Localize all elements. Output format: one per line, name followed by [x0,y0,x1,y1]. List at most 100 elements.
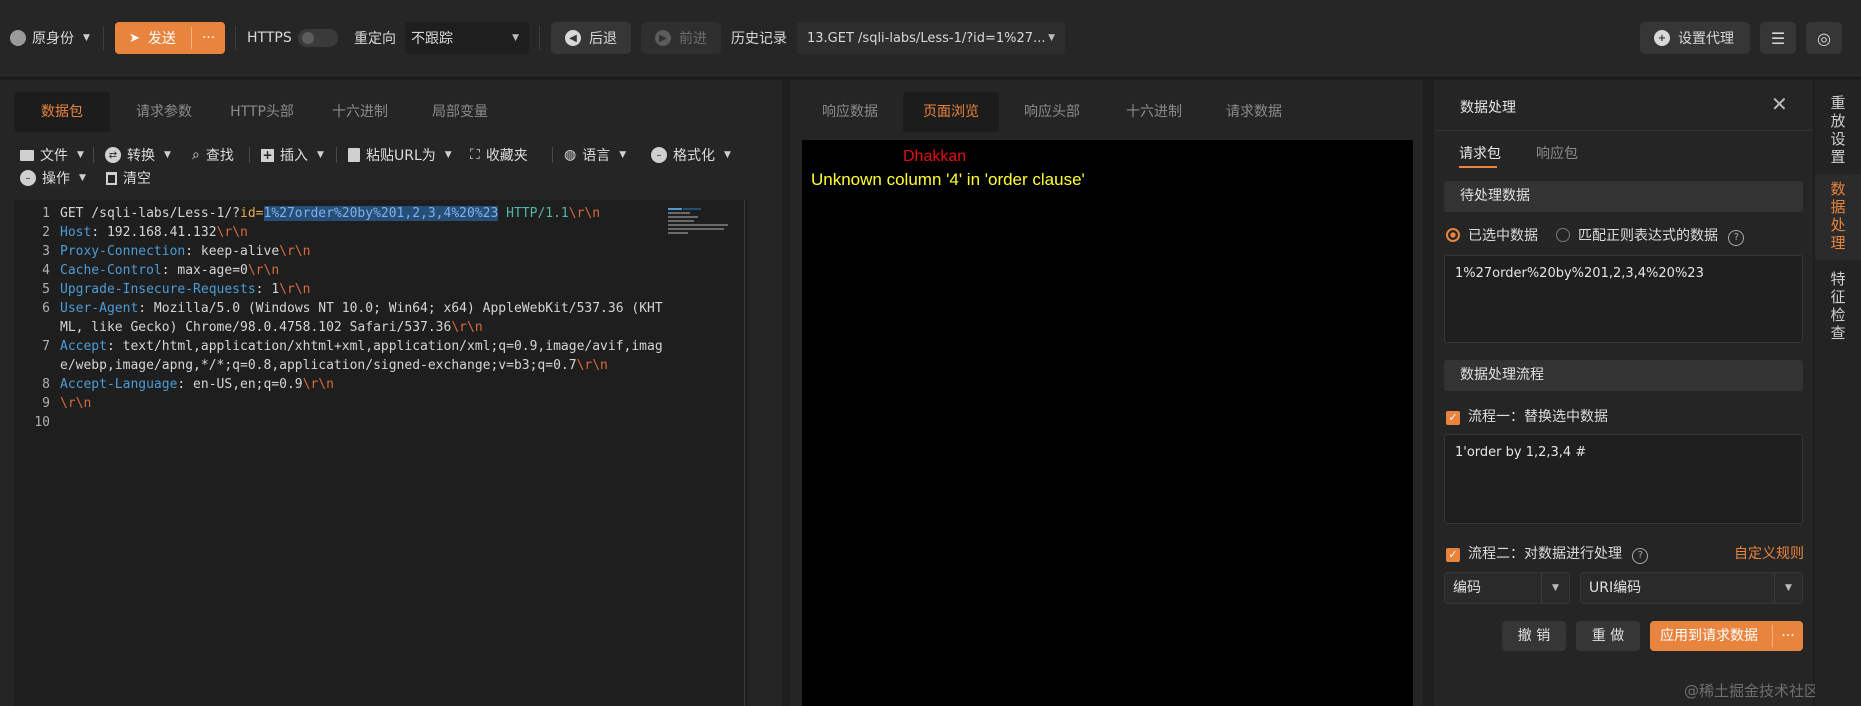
tab-request-data[interactable]: 请求数据 [1206,92,1302,132]
radio-regex-label: 匹配正则表达式的数据 [1578,228,1718,244]
tab-http-headers[interactable]: HTTP头部 [214,92,310,132]
radio-selected-data[interactable]: 已选中数据 [1446,225,1538,245]
code-line-user-agent-wrap: ML, like Gecko) Chrome/98.0.4758.102 Saf… [60,320,483,335]
code-line-accept-wrap: e/webp,image/apng,*/*;q=0.8,application/… [60,358,608,373]
history-select[interactable]: 13.GET /sqli-labs/Less-1/?id=1%27... ▼ [797,22,1065,54]
step1-checkbox[interactable]: ✓ 流程一：替换选中数据 [1446,406,1608,426]
menu-paste-url[interactable]: 粘贴URL为 ▼ [348,145,452,165]
help-icon[interactable]: ? [1728,229,1745,246]
set-proxy-button[interactable]: + 设置代理 [1640,22,1750,54]
mode-select[interactable]: 编码 ▼ [1444,572,1570,604]
sidebar-item-feature-check[interactable]: 特征检查 [1829,264,1847,346]
line-number: 2 [42,225,50,240]
step1-label: 流程一：替换选中数据 [1468,409,1608,425]
tab-request-packet[interactable]: 请求包 [1459,143,1501,163]
radio-selected-label: 已选中数据 [1468,228,1538,244]
tab-response-hex[interactable]: 十六进制 [1106,92,1202,132]
code-minimap[interactable] [666,206,732,236]
sql-error-message: Unknown column '4' in 'order clause' [811,170,1085,189]
chevron-down-icon: ▼ [619,150,627,160]
send-label: 发送 [147,31,176,47]
watermark: @稀土掘金技术社区 [1684,682,1820,700]
apply-more-button[interactable]: ··· [1773,621,1803,651]
menu-favorites[interactable]: ⛶ 收藏夹 [470,145,528,165]
close-icon[interactable]: ✕ [1771,92,1788,116]
back-arrow-icon: ◀ [565,30,581,46]
https-label: HTTPS [247,30,292,46]
help-icon[interactable]: ? [1632,547,1649,564]
globe-icon: ◍ [564,147,577,163]
back-label: 后退 [589,31,617,47]
divider [235,26,236,50]
redirect-select[interactable]: 不跟踪 ▼ [405,22,529,54]
tab-packet[interactable]: 数据包 [14,92,110,132]
chevron-down-icon: ▼ [77,150,84,160]
send-button[interactable]: ➤ 发送 [115,22,191,54]
http-version: HTTP/1.1 [498,206,569,221]
menu-format[interactable]: – 格式化 ▼ [651,145,731,165]
proxy-label: 设置代理 [1678,31,1734,47]
selected-param-value[interactable]: 1%27order%20by%201,2,3,4%20%23 [263,206,499,221]
custom-rule-link[interactable]: 自定义规则 [1734,543,1804,563]
favorites-icon: ⛶ [470,147,480,163]
radio-regex-data[interactable]: 匹配正则表达式的数据 ? [1556,225,1745,246]
chevron-down-icon: ▼ [317,150,324,160]
tab-local-vars[interactable]: 局部变量 [414,92,506,132]
redo-button[interactable]: 重 做 [1576,621,1640,651]
tab-hex[interactable]: 十六进制 [314,92,406,132]
back-button[interactable]: ◀ 后退 [551,22,631,54]
menu-file[interactable]: 文件 ▼ [20,145,84,165]
header-key: Proxy-Connection [60,244,186,259]
sidebar-item-replay-settings[interactable]: 重放设置 [1829,88,1847,170]
menu-operation[interactable]: – 操作 ▼ [20,168,86,188]
mode-select-value: 编码 [1453,580,1481,596]
menu-clear[interactable]: 清空 [106,168,151,188]
menu-find[interactable]: ⌕ 查找 [192,145,234,165]
method-select[interactable]: URI编码 ▼ [1580,572,1803,604]
https-toggle[interactable] [298,29,338,47]
tab-request-params[interactable]: 请求参数 [118,92,210,132]
page-preview: Dhakkan Unknown column '4' in 'order cla… [802,140,1413,706]
menu-clear-label: 清空 [123,171,151,187]
header-key: Accept [60,339,107,354]
request-line-method-path: GET /sqli-labs/Less-1/? [60,206,241,221]
identity-dropdown[interactable]: 原身份 ▼ [10,22,90,54]
convert-icon: ⇄ [105,147,121,163]
forward-arrow-icon: ▶ [655,30,671,46]
code-line-host: Host: 192.168.41.132\r\n [60,225,248,240]
menu-insert[interactable]: + 插入 ▼ [261,145,324,165]
menu-language-label: 语言 [582,148,611,164]
pending-data-textarea[interactable]: 1%27order%20by%201,2,3,4%20%23 [1444,255,1803,343]
menu-language[interactable]: ◍ 语言 ▼ [564,145,626,165]
forward-button[interactable]: ▶ 前进 [641,22,721,54]
header-key: Host [60,225,92,240]
editor-scrollbar[interactable] [744,200,745,706]
line-number: 8 [42,377,50,392]
response-tabs: 响应数据 页面浏览 响应头部 十六进制 请求数据 [790,80,1423,132]
tab-response-headers[interactable]: 响应头部 [1004,92,1100,132]
header-value: : Mozilla/5.0 (Windows NT 10.0; Win64; x… [138,301,663,316]
chevron-down-icon: ▼ [1541,573,1569,603]
step2-checkbox[interactable]: ✓ 流程二：对数据进行处理 ? [1446,543,1649,564]
tab-response-packet[interactable]: 响应包 [1536,143,1578,163]
line-number: 4 [42,263,50,278]
apply-to-request-button[interactable]: 应用到请求数据 [1660,628,1758,644]
menu-convert[interactable]: ⇄ 转换 ▼ [105,145,171,165]
step1-replace-textarea[interactable]: 1'order by 1,2,3,4 # [1444,434,1803,524]
param-name: id= [240,206,264,221]
forward-label: 前进 [679,31,707,47]
undo-button[interactable]: 撤 销 [1502,621,1566,651]
crlf-marker: \r\n [302,377,334,392]
menu-format-label: 格式化 [673,148,715,164]
network-button[interactable]: ◎ [1806,22,1842,54]
tab-response-data[interactable]: 响应数据 [802,92,898,132]
checkbox-checked-icon: ✓ [1446,548,1460,562]
settings-sliders-button[interactable]: ☰ [1760,22,1796,54]
divider [539,26,540,50]
sidebar-item-data-processing[interactable]: 数据处理 [1815,174,1861,260]
crlf-marker: \r\n [279,244,311,259]
crlf-marker: \r\n [216,225,248,240]
tab-page-preview[interactable]: 页面浏览 [903,92,999,132]
send-more-button[interactable]: ··· [192,30,225,46]
request-editor[interactable]: 1 2 3 4 5 6 7 8 9 10 GET /sqli-labs/Less… [14,200,748,706]
